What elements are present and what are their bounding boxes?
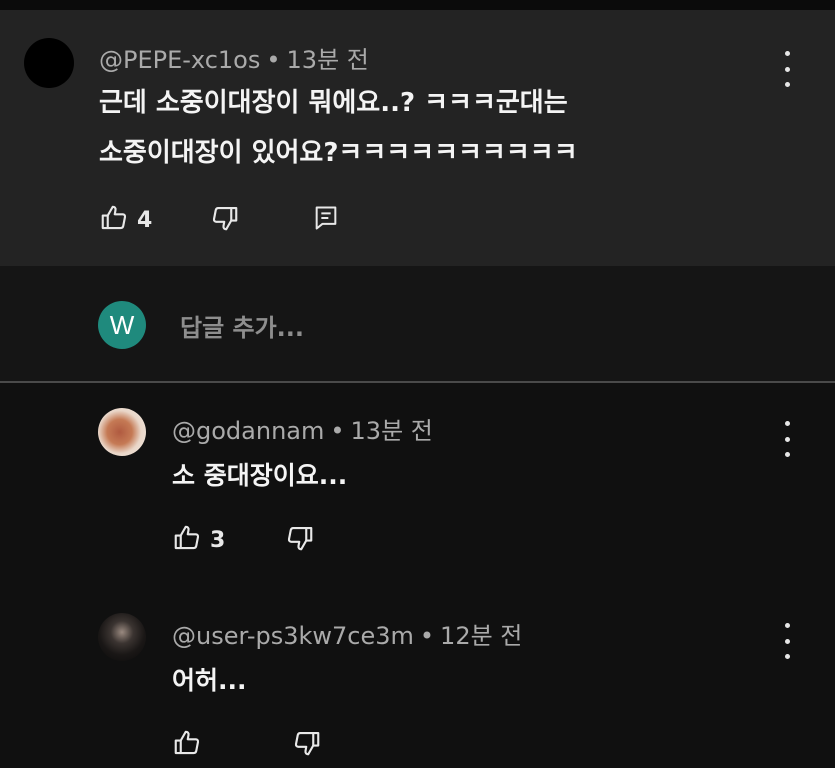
thumbs-up-icon (174, 525, 200, 550)
thumbs-up-icon (101, 205, 127, 230)
kebab-dot (784, 436, 790, 442)
like-button[interactable] (172, 523, 202, 557)
kebab-dot (784, 654, 790, 659)
thumbs-up-icon (174, 730, 200, 755)
comment-time[interactable]: 12분 전 (440, 622, 522, 650)
meta-separator: • (330, 417, 345, 445)
more-options-button[interactable] (775, 51, 799, 87)
comment-time[interactable]: 13분 전 (351, 417, 433, 445)
comment-actions: 3 (172, 520, 315, 560)
user-avatar: W (98, 301, 146, 349)
dislike-button[interactable] (210, 203, 240, 237)
comment-text: 소 중대장이요... (172, 461, 348, 490)
kebab-dot (784, 452, 790, 457)
thumbs-down-icon (294, 731, 320, 756)
kebab-dot (784, 623, 790, 628)
top-strip (0, 0, 835, 10)
kebab-dot (784, 421, 790, 426)
reply-input[interactable]: 답글 추가... (180, 308, 304, 343)
comment-actions: 4 (99, 200, 340, 240)
comment-meta: @godannam • 13분 전 (172, 411, 433, 446)
kebab-dot (784, 51, 790, 56)
comment-text-line1: 근데 소중이대장이 뭐에요..? ㅋㅋㅋ군대는 (99, 88, 568, 118)
thumbs-down-icon (288, 526, 313, 551)
kebab-dot (784, 66, 790, 72)
avatar[interactable] (98, 613, 146, 661)
comment-author[interactable]: @PEPE-xc1os (99, 46, 260, 74)
avatar[interactable] (98, 408, 146, 456)
reply-button[interactable] (312, 204, 340, 236)
like-button[interactable] (99, 203, 129, 237)
comment-author[interactable]: @user-ps3kw7ce3m (172, 622, 414, 650)
divider (0, 381, 835, 383)
like-count: 3 (210, 527, 226, 553)
avatar[interactable] (24, 38, 74, 88)
like-count: 4 (137, 207, 153, 233)
thumbs-down-icon (213, 206, 238, 231)
reply-input-row: W 답글 추가... (0, 266, 835, 382)
dislike-button[interactable] (292, 728, 322, 762)
comment-actions (172, 725, 322, 765)
kebab-dot (784, 638, 790, 644)
comment-meta: @user-ps3kw7ce3m • 12분 전 (172, 616, 522, 651)
meta-separator: • (419, 622, 435, 650)
like-button[interactable] (172, 728, 202, 762)
comment-author[interactable]: @godannam (172, 417, 324, 445)
kebab-dot (784, 82, 790, 87)
comment-time[interactable]: 13분 전 (287, 46, 369, 74)
highlighted-comment: @PEPE-xc1os • 13분 전 근데 소중이대장이 뭐에요..? ㅋㅋㅋ군대… (0, 10, 835, 266)
comment-text-line2: 소중이대장이 있어요?ㅋㅋㅋㅋㅋㅋㅋㅋㅋㅋ (99, 138, 578, 168)
more-options-button[interactable] (775, 421, 799, 457)
reply-icon (315, 206, 337, 230)
comment-meta: @PEPE-xc1os • 13분 전 (99, 40, 369, 75)
more-options-button[interactable] (775, 623, 799, 659)
meta-separator: • (266, 46, 281, 74)
comment-text: 어허... (172, 666, 247, 695)
dislike-button[interactable] (285, 523, 315, 557)
